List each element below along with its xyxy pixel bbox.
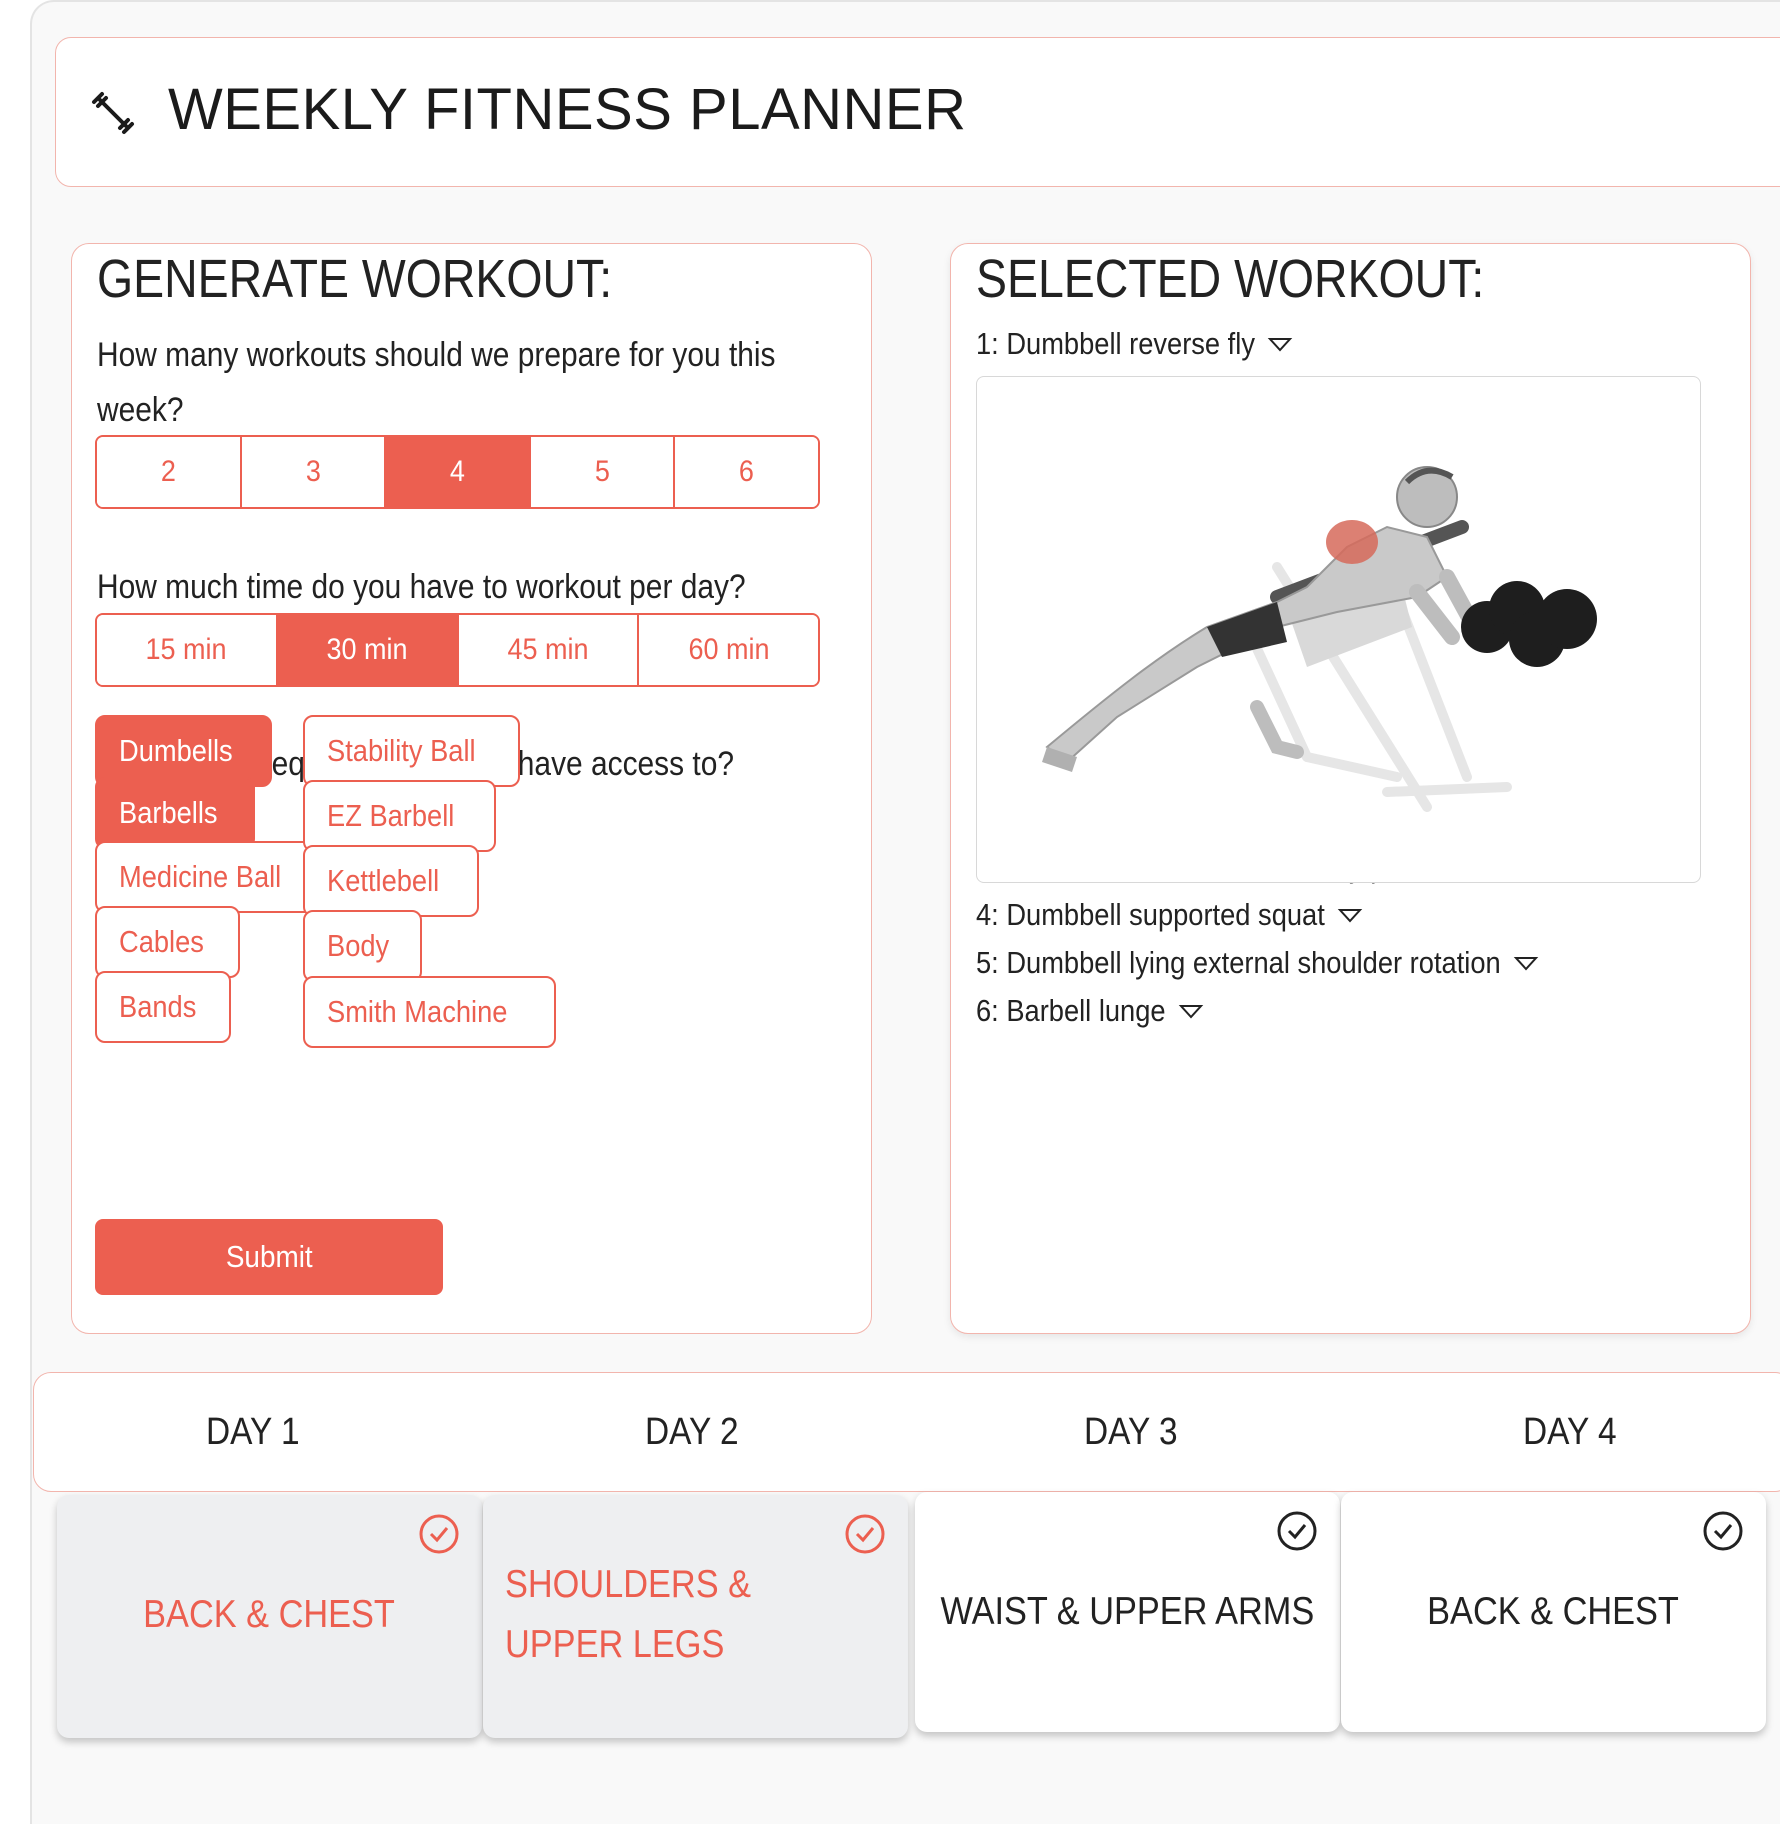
equipment-chip-label: Medicine Ball xyxy=(119,859,282,894)
equipment-chip-label: Body xyxy=(327,928,390,963)
chevron-down-icon[interactable] xyxy=(1267,334,1293,354)
time-question: How much time do you have to workout per… xyxy=(97,568,746,606)
equipment-chip-medicine-ball[interactable]: Medicine Ball xyxy=(95,841,328,913)
exercise-figure xyxy=(1042,466,1597,812)
exercise-item-label: 1: Dumbbell reverse fly xyxy=(976,326,1255,361)
time-option-label: 15 min xyxy=(145,633,227,666)
dumbbell-icon xyxy=(92,92,134,134)
equipment-chip-barbells[interactable]: Barbells xyxy=(95,777,255,849)
equipment-chip-label: Dumbells xyxy=(119,733,233,768)
time-option-label: 30 min xyxy=(326,633,408,666)
workout-count-selector: 2 3 4 5 6 xyxy=(95,435,820,509)
day-card-label: WAIST & UPPER ARMS xyxy=(940,1590,1315,1633)
equipment-chip-label: Cables xyxy=(119,924,204,959)
workout-count-option-1[interactable]: 3 xyxy=(241,437,387,507)
chevron-down-icon[interactable] xyxy=(1178,1001,1204,1021)
check-circle-icon xyxy=(1703,1511,1743,1551)
equipment-chip-label: Stability Ball xyxy=(327,733,476,768)
exercise-item-1[interactable]: 1: Dumbbell reverse fly xyxy=(976,326,1293,362)
equipment-chip-label: Bands xyxy=(119,989,197,1024)
time-selector: 15 min 30 min 45 min 60 min xyxy=(95,613,820,687)
equipment-chip-bands[interactable]: Bands xyxy=(95,971,231,1043)
workout-count-question: How many workouts should we prepare for … xyxy=(97,336,776,429)
workout-count-option-label: 3 xyxy=(305,455,321,488)
day-card-label: SHOULDERS & UPPER LEGS xyxy=(505,1563,752,1666)
equipment-chip-smith-machine[interactable]: Smith Machine xyxy=(303,976,557,1048)
workout-count-option-label: 4 xyxy=(449,455,465,488)
day-card-label: BACK & CHEST xyxy=(1427,1590,1680,1633)
equipment-chip-ez-barbell[interactable]: EZ Barbell xyxy=(303,780,496,852)
exercise-item-label: 4: Dumbbell supported squat xyxy=(976,897,1325,932)
equipment-chip-label: Barbells xyxy=(119,795,218,830)
time-option-3[interactable]: 60 min xyxy=(639,615,818,685)
day-card-2[interactable]: SHOULDERS & UPPER LEGS xyxy=(483,1495,908,1738)
time-option-label: 60 min xyxy=(688,633,770,666)
day-card-label: BACK & CHEST xyxy=(143,1593,396,1636)
time-option-label: 45 min xyxy=(507,633,589,666)
workout-count-option-label: 2 xyxy=(160,455,176,488)
check-circle-icon xyxy=(419,1514,459,1554)
workout-count-option-2[interactable]: 4 xyxy=(386,437,531,507)
equipment-chip-kettlebell[interactable]: Kettlebell xyxy=(303,845,479,917)
time-option-0[interactable]: 15 min xyxy=(97,615,278,685)
workout-count-option-4[interactable]: 6 xyxy=(675,437,818,507)
generate-workout-title: GENERATE WORKOUT: xyxy=(97,249,613,309)
day-tabs-bar: DAY 1 DAY 2 DAY 3 DAY 4 xyxy=(33,1372,1780,1492)
exercise-item-4[interactable]: 4: Dumbbell supported squat xyxy=(976,897,1363,933)
tab-day-3[interactable]: DAY 3 xyxy=(1084,1411,1178,1454)
chevron-down-icon[interactable] xyxy=(1513,953,1539,973)
equipment-chip-label: Kettlebell xyxy=(327,863,440,898)
exercise-item-label: 5: Dumbbell lying external shoulder rota… xyxy=(976,945,1501,980)
exercise-illustration xyxy=(976,376,1701,883)
exercise-item-5[interactable]: 5: Dumbbell lying external shoulder rota… xyxy=(976,945,1539,981)
generate-workout-panel: GENERATE WORKOUT: How many workouts shou… xyxy=(71,243,872,1334)
day-card-3[interactable]: WAIST & UPPER ARMS xyxy=(915,1492,1340,1732)
selected-workout-title: SELECTED WORKOUT: xyxy=(976,249,1485,309)
tab-day-2[interactable]: DAY 2 xyxy=(645,1411,739,1454)
equipment-chip-label: EZ Barbell xyxy=(327,798,455,833)
exercise-item-6[interactable]: 6: Barbell lunge xyxy=(976,993,1204,1029)
app-header: WEEKLY FITNESS PLANNER xyxy=(55,37,1780,187)
equipment-chip-cables[interactable]: Cables xyxy=(95,906,240,978)
day-card-4[interactable]: BACK & CHEST xyxy=(1341,1492,1766,1732)
workout-count-option-label: 5 xyxy=(594,455,610,488)
chevron-down-icon[interactable] xyxy=(1337,905,1363,925)
submit-button[interactable]: Submit xyxy=(95,1219,443,1295)
app-title: WEEKLY FITNESS PLANNER xyxy=(168,77,967,142)
equipment-chip-body[interactable]: Body xyxy=(303,910,422,982)
tab-day-4[interactable]: DAY 4 xyxy=(1523,1411,1617,1454)
check-circle-icon xyxy=(845,1514,885,1554)
time-option-2[interactable]: 45 min xyxy=(458,615,640,685)
equipment-chip-label: Smith Machine xyxy=(327,994,508,1029)
time-option-1[interactable]: 30 min xyxy=(277,615,459,685)
day-card-1[interactable]: BACK & CHEST xyxy=(57,1495,482,1738)
submit-button-label: Submit xyxy=(225,1239,313,1274)
selected-workout-panel: SELECTED WORKOUT: 1: Dumbbell reverse fl… xyxy=(950,243,1751,1334)
workout-count-option-0[interactable]: 2 xyxy=(97,437,242,507)
workout-count-option-label: 6 xyxy=(739,455,755,488)
equipment-chip-stability-ball[interactable]: Stability Ball xyxy=(303,715,520,787)
tab-day-1[interactable]: DAY 1 xyxy=(206,1411,300,1454)
exercise-item-label: 6: Barbell lunge xyxy=(976,993,1166,1028)
check-circle-icon xyxy=(1277,1511,1317,1551)
workout-count-option-3[interactable]: 5 xyxy=(530,437,676,507)
